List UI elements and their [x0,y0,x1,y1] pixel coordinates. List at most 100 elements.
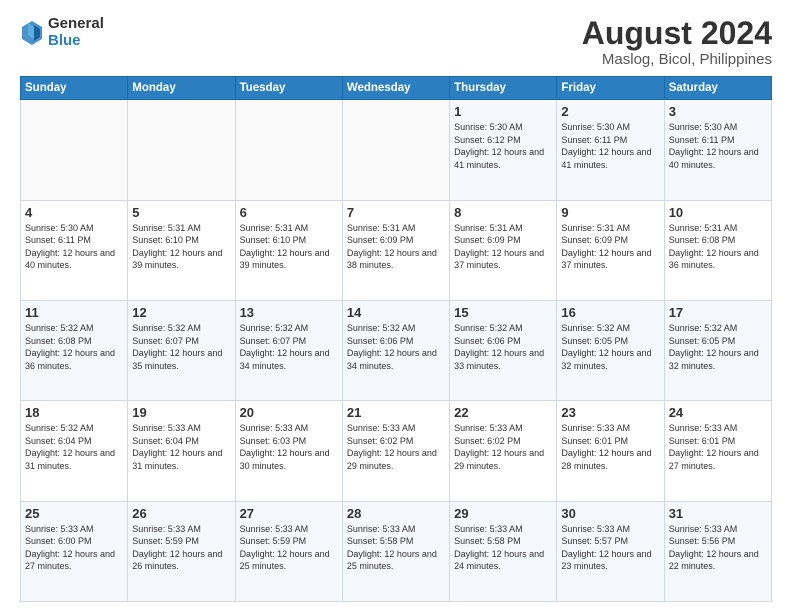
day-number: 7 [347,205,445,220]
day-info: Sunrise: 5:33 AMSunset: 5:58 PMDaylight:… [347,524,437,572]
day-number: 3 [669,104,767,119]
calendar-week-row: 25 Sunrise: 5:33 AMSunset: 6:00 PMDaylig… [21,501,772,601]
table-row: 30 Sunrise: 5:33 AMSunset: 5:57 PMDaylig… [557,501,664,601]
table-row: 8 Sunrise: 5:31 AMSunset: 6:09 PMDayligh… [450,200,557,300]
table-row [128,100,235,200]
day-number: 26 [132,506,230,521]
day-info: Sunrise: 5:33 AMSunset: 6:01 PMDaylight:… [561,423,651,471]
logo-text: General Blue [48,16,104,49]
table-row: 24 Sunrise: 5:33 AMSunset: 6:01 PMDaylig… [664,401,771,501]
table-row: 27 Sunrise: 5:33 AMSunset: 5:59 PMDaylig… [235,501,342,601]
table-row: 19 Sunrise: 5:33 AMSunset: 6:04 PMDaylig… [128,401,235,501]
header-friday: Friday [557,77,664,100]
table-row: 18 Sunrise: 5:32 AMSunset: 6:04 PMDaylig… [21,401,128,501]
calendar-header: Sunday Monday Tuesday Wednesday Thursday… [21,77,772,100]
day-info: Sunrise: 5:33 AMSunset: 5:58 PMDaylight:… [454,524,544,572]
header-sunday: Sunday [21,77,128,100]
logo: General Blue [20,16,104,49]
day-number: 25 [25,506,123,521]
table-row: 2 Sunrise: 5:30 AMSunset: 6:11 PMDayligh… [557,100,664,200]
day-info: Sunrise: 5:30 AMSunset: 6:11 PMDaylight:… [561,122,651,170]
day-number: 29 [454,506,552,521]
calendar-week-row: 11 Sunrise: 5:32 AMSunset: 6:08 PMDaylig… [21,300,772,400]
day-info: Sunrise: 5:32 AMSunset: 6:05 PMDaylight:… [669,323,759,371]
calendar-title: August 2024 [582,16,772,51]
day-number: 15 [454,305,552,320]
day-info: Sunrise: 5:33 AMSunset: 6:03 PMDaylight:… [240,423,330,471]
table-row: 12 Sunrise: 5:32 AMSunset: 6:07 PMDaylig… [128,300,235,400]
table-row: 31 Sunrise: 5:33 AMSunset: 5:56 PMDaylig… [664,501,771,601]
table-row: 4 Sunrise: 5:30 AMSunset: 6:11 PMDayligh… [21,200,128,300]
day-info: Sunrise: 5:32 AMSunset: 6:07 PMDaylight:… [240,323,330,371]
header-tuesday: Tuesday [235,77,342,100]
table-row: 6 Sunrise: 5:31 AMSunset: 6:10 PMDayligh… [235,200,342,300]
day-info: Sunrise: 5:31 AMSunset: 6:09 PMDaylight:… [454,223,544,271]
weekday-header-row: Sunday Monday Tuesday Wednesday Thursday… [21,77,772,100]
table-row: 22 Sunrise: 5:33 AMSunset: 6:02 PMDaylig… [450,401,557,501]
day-number: 16 [561,305,659,320]
table-row: 1 Sunrise: 5:30 AMSunset: 6:12 PMDayligh… [450,100,557,200]
day-info: Sunrise: 5:31 AMSunset: 6:09 PMDaylight:… [347,223,437,271]
day-number: 19 [132,405,230,420]
table-row: 5 Sunrise: 5:31 AMSunset: 6:10 PMDayligh… [128,200,235,300]
day-number: 4 [25,205,123,220]
calendar-subtitle: Maslog, Bicol, Philippines [582,51,772,68]
day-number: 14 [347,305,445,320]
day-number: 18 [25,405,123,420]
day-info: Sunrise: 5:33 AMSunset: 5:59 PMDaylight:… [240,524,330,572]
day-number: 11 [25,305,123,320]
page-header: General Blue August 2024 Maslog, Bicol, … [20,16,772,68]
logo-icon [20,19,44,47]
day-info: Sunrise: 5:30 AMSunset: 6:12 PMDaylight:… [454,122,544,170]
day-info: Sunrise: 5:32 AMSunset: 6:08 PMDaylight:… [25,323,115,371]
table-row: 16 Sunrise: 5:32 AMSunset: 6:05 PMDaylig… [557,300,664,400]
day-number: 6 [240,205,338,220]
day-info: Sunrise: 5:32 AMSunset: 6:06 PMDaylight:… [347,323,437,371]
day-info: Sunrise: 5:31 AMSunset: 6:10 PMDaylight:… [132,223,222,271]
table-row: 13 Sunrise: 5:32 AMSunset: 6:07 PMDaylig… [235,300,342,400]
table-row: 15 Sunrise: 5:32 AMSunset: 6:06 PMDaylig… [450,300,557,400]
day-number: 21 [347,405,445,420]
day-number: 24 [669,405,767,420]
day-info: Sunrise: 5:33 AMSunset: 6:00 PMDaylight:… [25,524,115,572]
day-number: 30 [561,506,659,521]
day-info: Sunrise: 5:33 AMSunset: 6:02 PMDaylight:… [347,423,437,471]
table-row: 7 Sunrise: 5:31 AMSunset: 6:09 PMDayligh… [342,200,449,300]
day-info: Sunrise: 5:30 AMSunset: 6:11 PMDaylight:… [669,122,759,170]
title-area: August 2024 Maslog, Bicol, Philippines [582,16,772,68]
table-row: 14 Sunrise: 5:32 AMSunset: 6:06 PMDaylig… [342,300,449,400]
day-info: Sunrise: 5:31 AMSunset: 6:09 PMDaylight:… [561,223,651,271]
header-thursday: Thursday [450,77,557,100]
day-number: 5 [132,205,230,220]
table-row: 9 Sunrise: 5:31 AMSunset: 6:09 PMDayligh… [557,200,664,300]
day-number: 27 [240,506,338,521]
table-row: 17 Sunrise: 5:32 AMSunset: 6:05 PMDaylig… [664,300,771,400]
table-row [235,100,342,200]
day-info: Sunrise: 5:31 AMSunset: 6:10 PMDaylight:… [240,223,330,271]
table-row: 21 Sunrise: 5:33 AMSunset: 6:02 PMDaylig… [342,401,449,501]
calendar-table: Sunday Monday Tuesday Wednesday Thursday… [20,76,772,602]
table-row: 3 Sunrise: 5:30 AMSunset: 6:11 PMDayligh… [664,100,771,200]
calendar-week-row: 1 Sunrise: 5:30 AMSunset: 6:12 PMDayligh… [21,100,772,200]
table-row: 29 Sunrise: 5:33 AMSunset: 5:58 PMDaylig… [450,501,557,601]
day-info: Sunrise: 5:33 AMSunset: 5:59 PMDaylight:… [132,524,222,572]
day-info: Sunrise: 5:30 AMSunset: 6:11 PMDaylight:… [25,223,115,271]
day-number: 10 [669,205,767,220]
table-row: 10 Sunrise: 5:31 AMSunset: 6:08 PMDaylig… [664,200,771,300]
table-row: 25 Sunrise: 5:33 AMSunset: 6:00 PMDaylig… [21,501,128,601]
day-info: Sunrise: 5:32 AMSunset: 6:04 PMDaylight:… [25,423,115,471]
day-number: 22 [454,405,552,420]
day-number: 12 [132,305,230,320]
day-number: 9 [561,205,659,220]
day-info: Sunrise: 5:32 AMSunset: 6:05 PMDaylight:… [561,323,651,371]
header-monday: Monday [128,77,235,100]
day-number: 1 [454,104,552,119]
day-info: Sunrise: 5:33 AMSunset: 6:02 PMDaylight:… [454,423,544,471]
day-info: Sunrise: 5:33 AMSunset: 6:04 PMDaylight:… [132,423,222,471]
logo-blue-label: Blue [48,33,104,50]
table-row: 28 Sunrise: 5:33 AMSunset: 5:58 PMDaylig… [342,501,449,601]
day-number: 31 [669,506,767,521]
day-number: 2 [561,104,659,119]
table-row: 23 Sunrise: 5:33 AMSunset: 6:01 PMDaylig… [557,401,664,501]
table-row: 11 Sunrise: 5:32 AMSunset: 6:08 PMDaylig… [21,300,128,400]
